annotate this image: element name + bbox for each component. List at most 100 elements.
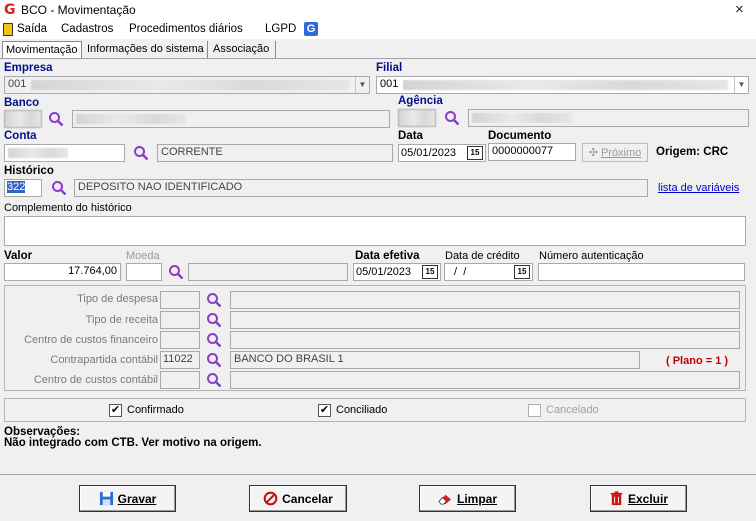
cc-financeiro-code-field[interactable] [160, 331, 200, 349]
data-label: Data [398, 130, 423, 142]
historico-code: 322 [7, 181, 26, 193]
empresa-label: Empresa [4, 62, 53, 74]
calendar-icon[interactable]: 15 [467, 146, 483, 160]
historico-code-field[interactable]: 322 [4, 179, 42, 197]
num-autenticacao-field[interactable] [538, 263, 745, 281]
conciliado-label: Conciliado [336, 404, 388, 416]
conta-tipo-field: CORRENTE [157, 144, 393, 162]
cc-financeiro-label: Centro de custos financeiro [24, 334, 158, 346]
tipo-despesa-desc-field [230, 291, 740, 309]
confirmado-label: Confirmado [127, 404, 184, 416]
gravar-button[interactable]: Gravar [79, 485, 176, 512]
banco-code-field[interactable] [4, 110, 42, 128]
app-blue-icon[interactable]: G [304, 22, 318, 36]
menu-saida[interactable]: Saída [17, 23, 47, 35]
historico-desc-field: DEPOSITO NAO IDENTIFICADO [74, 179, 648, 197]
filial-select[interactable]: 001 ▼ [376, 76, 749, 94]
excluir-button[interactable]: Excluir [590, 485, 687, 512]
search-icon[interactable] [51, 180, 67, 196]
contrapartida-label: Contrapartida contábil [50, 354, 158, 366]
save-icon [99, 491, 113, 506]
moeda-label: Moeda [126, 250, 160, 262]
menu-cadastros[interactable]: Cadastros [61, 23, 113, 35]
empresa-name-blurred [31, 80, 349, 90]
contrapartida-desc-field: BANCO DO BRASIL 1 [230, 351, 640, 369]
proximo-button: ✣ Próximo [582, 143, 648, 162]
search-icon[interactable] [133, 145, 149, 161]
cc-contabil-label: Centro de custos contábil [33, 374, 158, 386]
banco-name-blurred [76, 114, 186, 124]
footer-divider [0, 474, 756, 475]
chevron-down-icon[interactable]: ▼ [355, 77, 369, 93]
tipo-receita-desc-field [230, 311, 740, 329]
conciliado-checkbox[interactable]: ✔ [318, 404, 331, 417]
tab-movimentacao[interactable]: Movimentação [2, 41, 82, 59]
cc-financeiro-desc-field [230, 331, 740, 349]
exit-door-icon [3, 23, 13, 36]
tab-associacao[interactable]: Associação [210, 41, 276, 59]
data-efetiva-label: Data efetiva [355, 250, 420, 262]
search-icon[interactable] [444, 110, 460, 126]
filial-label: Filial [376, 62, 403, 74]
plus-icon: ✣ [588, 147, 598, 159]
chevron-down-icon[interactable]: ▼ [734, 77, 748, 93]
empresa-value: 001 [8, 78, 27, 90]
search-icon[interactable] [48, 111, 64, 127]
complemento-label: Complemento do histórico [4, 202, 132, 214]
data-credito-field[interactable]: / / 15 [444, 263, 533, 281]
cancelado-checkbox [528, 404, 541, 417]
excluir-label: Excluir [627, 491, 669, 506]
agencia-code-field[interactable] [398, 109, 436, 127]
menu-procedimentos-diarios[interactable]: Procedimentos diários [129, 23, 243, 35]
banco-name-field [72, 110, 390, 128]
lista-variaveis-link[interactable]: lista de variáveis [658, 182, 739, 194]
conta-label: Conta [4, 130, 37, 142]
confirmado-checkbox[interactable]: ✔ [109, 404, 122, 417]
complemento-field[interactable] [4, 216, 746, 246]
search-icon[interactable] [206, 312, 222, 328]
search-icon[interactable] [206, 352, 222, 368]
agencia-name-blurred [472, 113, 572, 123]
search-icon[interactable] [206, 372, 222, 388]
cancelar-button[interactable]: Cancelar [249, 485, 347, 512]
agencia-label: Agência [398, 95, 443, 107]
data-credito-label: Data de crédito [445, 250, 520, 262]
conta-value-blurred [8, 148, 68, 158]
close-icon[interactable]: × [735, 1, 744, 18]
filial-value: 001 [380, 78, 399, 90]
tab-informacoes-sistema[interactable]: Informações do sistema [84, 41, 208, 59]
data-field[interactable]: 05/01/2023 15 [398, 144, 486, 162]
agencia-name-field [468, 109, 749, 127]
calendar-icon[interactable]: 15 [422, 265, 438, 279]
search-icon[interactable] [206, 332, 222, 348]
proximo-label: Próximo [600, 146, 642, 159]
observacoes-text: Não integrado com CTB. Ver motivo na ori… [4, 437, 262, 449]
limpar-label: Limpar [456, 491, 497, 506]
app-logo-icon: G [4, 2, 16, 18]
origem-text: Origem: CRC [656, 146, 729, 158]
conta-field[interactable] [4, 144, 125, 162]
tab-divider [0, 58, 756, 59]
menu-lgpd[interactable]: LGPD [265, 23, 296, 35]
empresa-select[interactable]: 001 ▼ [4, 76, 370, 94]
trash-icon [610, 491, 623, 506]
moeda-code-field[interactable] [126, 263, 162, 281]
limpar-button[interactable]: Limpar [419, 485, 516, 512]
filial-name-blurred [403, 80, 728, 90]
search-icon[interactable] [206, 292, 222, 308]
tipo-receita-code-field[interactable] [160, 311, 200, 329]
contrapartida-code-field[interactable]: 11022 [160, 351, 200, 369]
calendar-icon[interactable]: 15 [514, 265, 530, 279]
plano-text: ( Plano = 1 ) [666, 355, 729, 367]
banco-label: Banco [4, 97, 40, 109]
cc-contabil-code-field[interactable] [160, 371, 200, 389]
search-icon[interactable] [168, 264, 184, 280]
cancelar-label: Cancelar [282, 491, 333, 506]
valor-field[interactable]: 17.764,00 [4, 263, 121, 281]
data-efetiva-field[interactable]: 05/01/2023 15 [353, 263, 441, 281]
data-value: 05/01/2023 [401, 147, 457, 159]
tipo-despesa-code-field[interactable] [160, 291, 200, 309]
historico-label: Histórico [4, 165, 54, 177]
documento-field[interactable]: 0000000077 [488, 143, 576, 161]
num-autenticacao-label: Número autenticação [539, 250, 644, 262]
